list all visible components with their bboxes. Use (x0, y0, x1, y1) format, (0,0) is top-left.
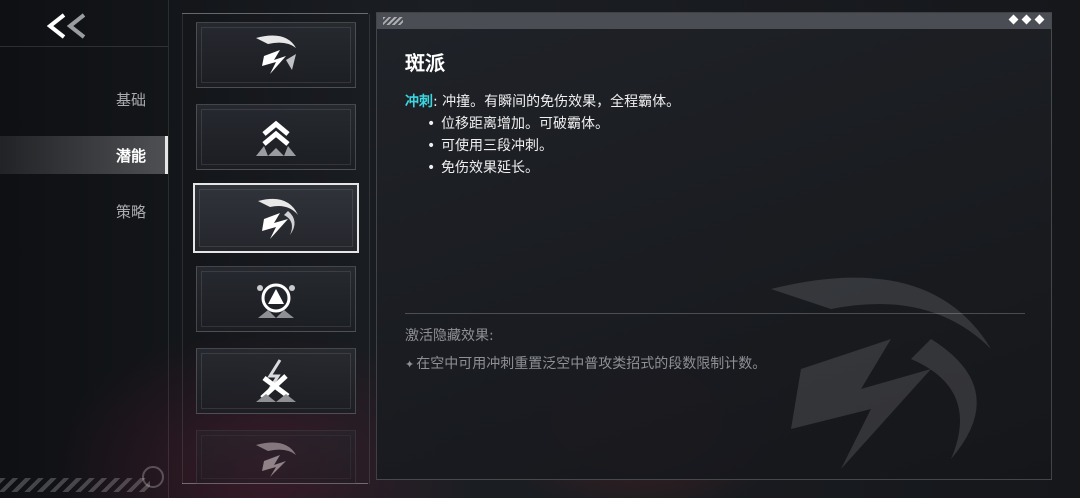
nav-divider (168, 0, 169, 498)
diamond-decoration (1008, 14, 1045, 25)
nav-item-basics[interactable]: 基础 (0, 80, 168, 118)
potential-card-4[interactable] (196, 266, 356, 332)
slash-dash-faded-icon (256, 442, 296, 477)
list-item: 免伤效果延长。 (441, 157, 609, 179)
nav-item-strategy[interactable]: 策略 (0, 192, 168, 230)
potential-card-5[interactable] (196, 348, 356, 414)
hatch-decoration (383, 17, 403, 25)
list-item: 位移距离增加。可破霸体。 (441, 113, 609, 135)
hidden-effect-title: 激活隐藏效果: (405, 328, 494, 344)
nav-item-label: 潜能 (115, 146, 146, 165)
triangle-orb-icon (257, 283, 295, 318)
list-item: 可使用三段冲刺。 (441, 135, 609, 157)
decorative-stripes (0, 478, 150, 492)
nav-item-potential[interactable]: 潜能 (0, 136, 168, 174)
keyword-dash: 冲刺 (405, 94, 433, 110)
panel-header-bar (377, 13, 1051, 29)
nav-item-label: 策略 (115, 202, 146, 221)
chevron-rank-icon (256, 120, 296, 156)
double-chevron-left-icon (46, 13, 86, 39)
diamond-icon (1034, 14, 1045, 25)
dash-burst-watermark-icon (771, 277, 991, 469)
back-button[interactable] (44, 8, 94, 44)
dash-burst-icon (258, 198, 298, 239)
nav-item-label: 基础 (115, 90, 146, 109)
diamond-icon (1021, 14, 1032, 25)
potential-detail-panel: 斑派 冲刺: 冲撞。有瞬间的免伤效果，全程霸体。 位移距离增加。可破霸体。 可使… (376, 12, 1052, 480)
summary-text: 冲撞。有瞬间的免伤效果，全程霸体。 (437, 94, 681, 110)
potential-title: 斑派 (405, 51, 445, 75)
diamond-icon (1008, 14, 1019, 25)
slash-dash-icon (256, 35, 296, 74)
hidden-effect-description: 在空中可用冲刺重置泛空中普攻类招式的段数限制计数。 (416, 356, 767, 372)
section-divider (405, 313, 1025, 314)
effect-bullet-list: 位移距离增加。可破霸体。 可使用三段冲刺。 免伤效果延长。 (441, 113, 609, 179)
lightning-strike-icon (256, 359, 296, 402)
potential-card-2[interactable] (196, 104, 356, 170)
potential-card-1[interactable] (196, 22, 356, 88)
header-divider (0, 46, 168, 47)
badge-icon (142, 466, 164, 488)
list-top-divider (182, 13, 368, 14)
potential-card-6[interactable] (196, 430, 356, 484)
hidden-effect-text: ✦ 在空中可用冲刺重置泛空中普攻类招式的段数限制计数。 (405, 353, 766, 373)
star-icon: ✦ (405, 358, 415, 371)
potential-description: 冲刺: 冲撞。有瞬间的免伤效果，全程霸体。 (405, 91, 680, 113)
potential-card-3[interactable] (193, 183, 359, 253)
